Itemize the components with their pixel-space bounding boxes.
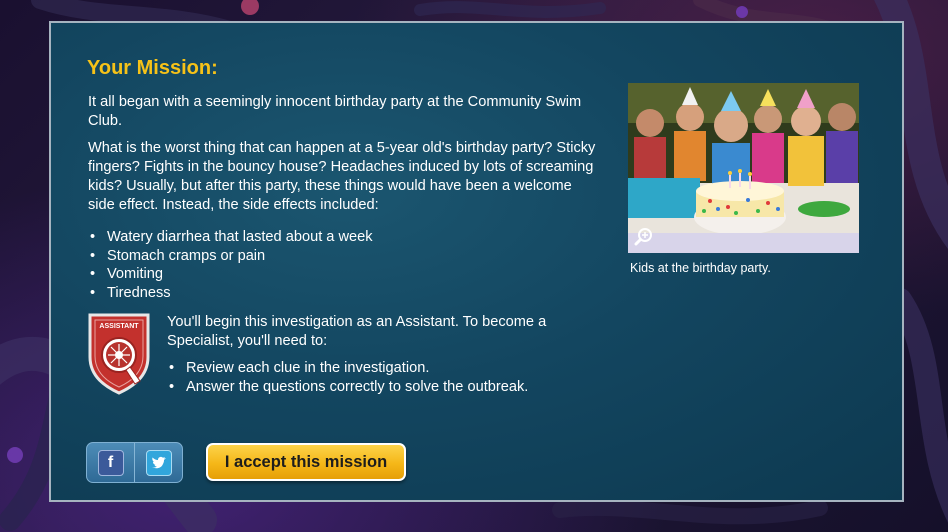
social-share-group: f bbox=[86, 442, 183, 483]
assistant-badge-icon: ASSISTANT bbox=[88, 313, 150, 395]
list-item: Answer the questions correctly to solve … bbox=[167, 378, 528, 397]
twitter-icon bbox=[145, 449, 172, 476]
role-text: You'll begin this investigation as an As… bbox=[167, 314, 547, 349]
list-item: Watery diarrhea that lasted about a week bbox=[88, 228, 373, 247]
photo-caption: Kids at the birthday party. bbox=[630, 261, 771, 275]
mission-title: Your Mission: bbox=[87, 57, 218, 79]
party-illustration bbox=[628, 83, 859, 253]
list-item: Stomach cramps or pain bbox=[88, 247, 373, 266]
facebook-icon: f bbox=[97, 449, 124, 476]
list-item: Review each clue in the investigation. bbox=[167, 359, 528, 378]
twitter-button[interactable] bbox=[134, 443, 182, 482]
twitter-bird-icon bbox=[151, 456, 166, 468]
facebook-button[interactable]: f bbox=[87, 443, 134, 482]
mission-intro: It all began with a seemingly innocent b… bbox=[88, 94, 582, 129]
task-list: Review each clue in the investigation. A… bbox=[167, 359, 528, 396]
badge-label: ASSISTANT bbox=[99, 323, 139, 330]
zoom-icon[interactable] bbox=[634, 227, 654, 247]
mission-panel: Your Mission: It all began with a seemin… bbox=[49, 21, 904, 502]
list-item: Tiredness bbox=[88, 284, 373, 303]
accept-mission-button[interactable]: I accept this mission bbox=[206, 443, 406, 481]
mission-question: What is the worst thing that can happen … bbox=[88, 140, 596, 213]
symptom-list: Watery diarrhea that lasted about a week… bbox=[88, 228, 373, 303]
birthday-party-photo[interactable] bbox=[628, 83, 859, 253]
list-item: Vomiting bbox=[88, 265, 373, 284]
